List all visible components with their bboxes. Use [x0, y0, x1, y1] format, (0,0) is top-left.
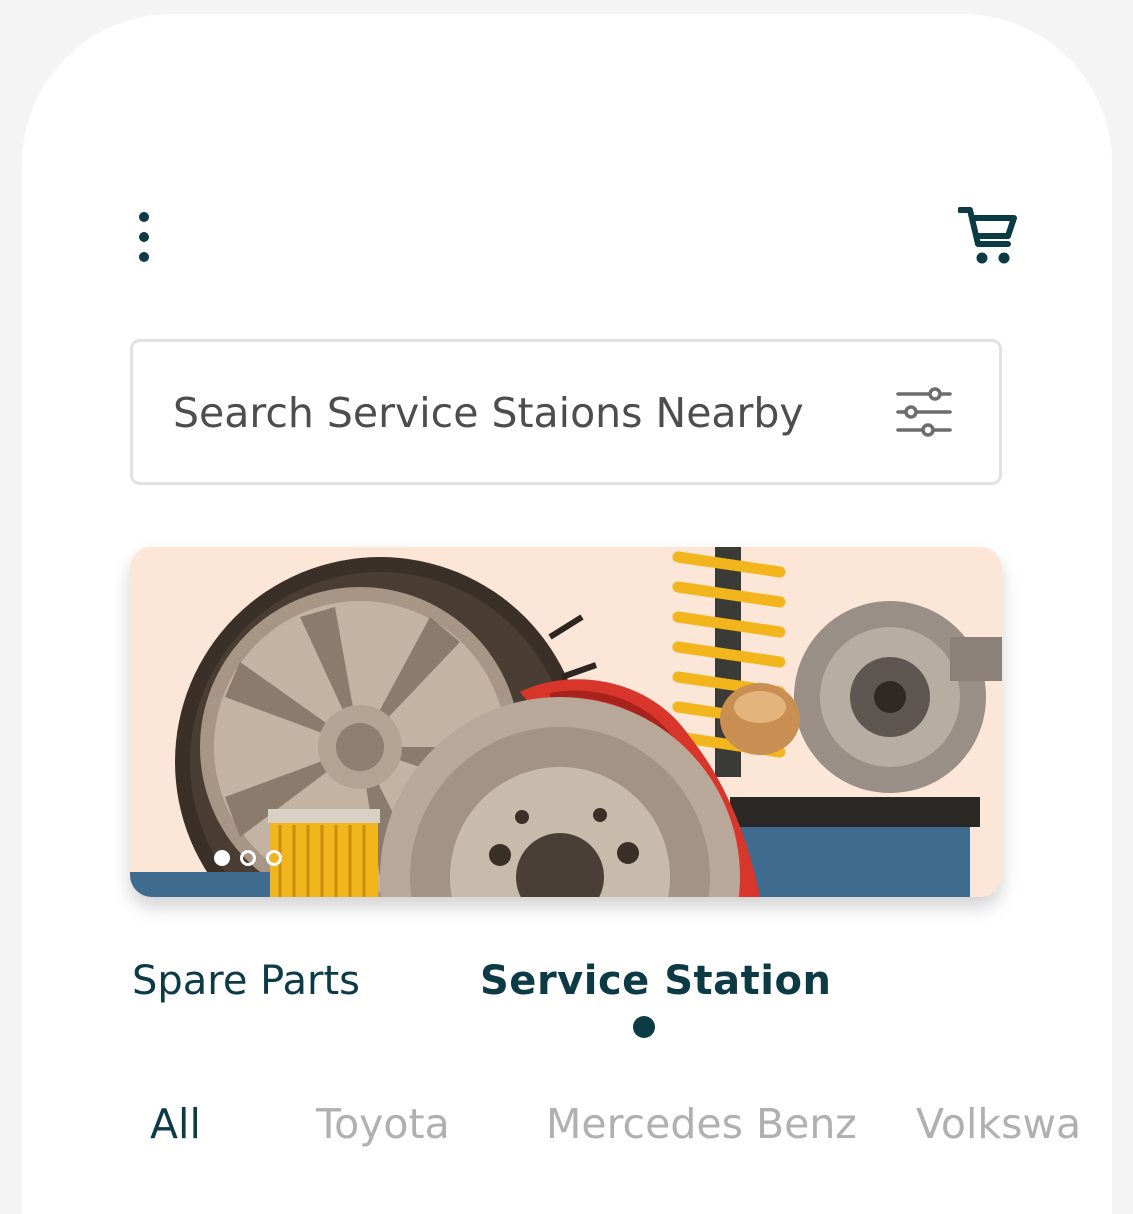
menu-dot [139, 232, 149, 242]
tab-spare-parts[interactable]: Spare Parts [132, 958, 360, 1004]
tab-service-station[interactable]: Service Station [480, 958, 831, 1004]
category-tabs: Spare Parts Service Station [132, 958, 1032, 1038]
sliders-icon [896, 387, 952, 437]
more-menu-button[interactable] [126, 210, 162, 264]
brand-item-all[interactable]: All [150, 1100, 201, 1148]
carousel-dot-3[interactable] [266, 850, 282, 866]
active-tab-indicator [633, 1016, 655, 1038]
brand-filter-list: All Toyota Mercedes Benz Volkswagen [150, 1100, 1080, 1170]
carousel-indicator [214, 850, 282, 866]
carousel-dot-2[interactable] [240, 850, 256, 866]
auto-parts-image [130, 547, 1002, 897]
promo-banner[interactable] [130, 547, 1002, 897]
brand-item-volkswagen[interactable]: Volkswagen [916, 1100, 1080, 1148]
menu-dot [139, 212, 149, 222]
menu-dot [139, 252, 149, 262]
carousel-dot-1[interactable] [214, 850, 230, 866]
brand-item-toyota[interactable]: Toyota [316, 1100, 450, 1148]
cart-button[interactable] [957, 204, 1018, 266]
app-screen: Spare Parts Service Station All Toyota M… [22, 14, 1112, 1214]
search-input[interactable] [173, 378, 873, 448]
filter-button[interactable] [895, 386, 953, 438]
search-bar [130, 339, 1002, 485]
top-bar [22, 14, 1112, 334]
brand-item-mercedes-benz[interactable]: Mercedes Benz [546, 1100, 857, 1148]
shopping-cart-icon [957, 207, 1017, 264]
